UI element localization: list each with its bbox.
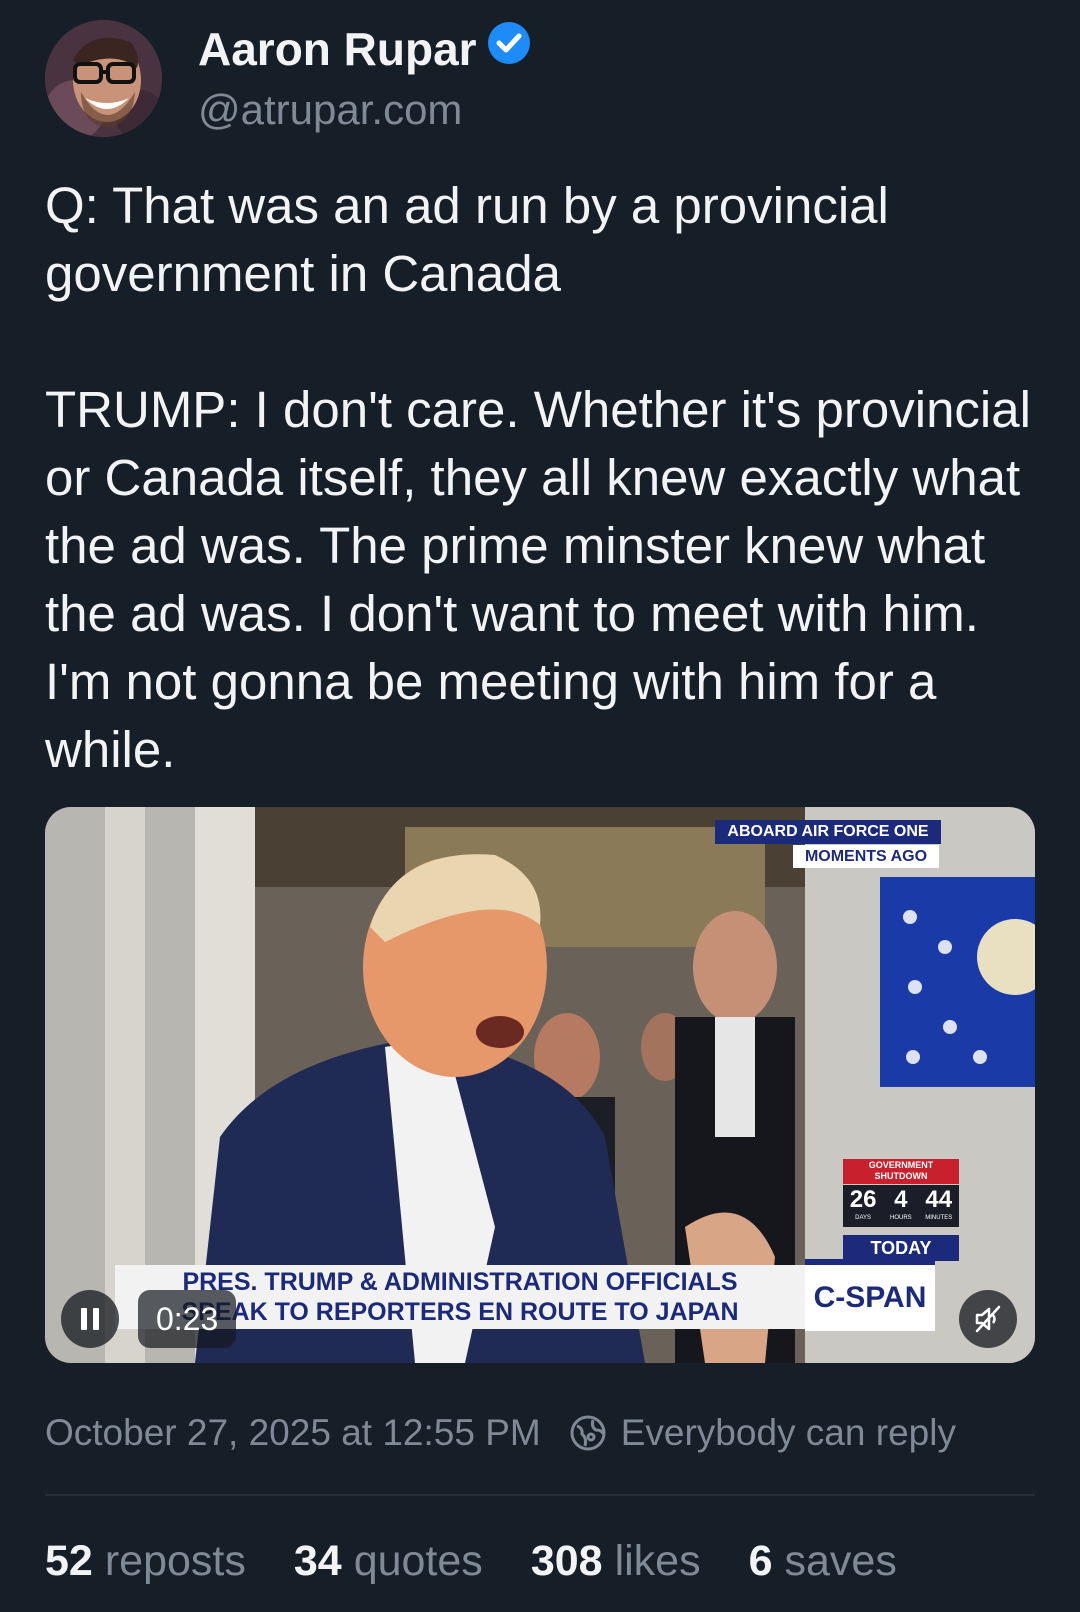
avatar-photo xyxy=(45,20,162,137)
banner-aboard: ABOARD AIR FORCE ONE xyxy=(727,823,929,840)
author-handle[interactable]: @atrupar.com xyxy=(198,86,462,134)
shutdown-hours: 4 xyxy=(894,1186,908,1213)
divider xyxy=(45,1494,1035,1496)
network-logo: C-SPAN xyxy=(813,1281,927,1314)
reply-setting[interactable]: Everybody can reply xyxy=(569,1412,956,1454)
author-name-text: Aaron Rupar xyxy=(198,23,477,75)
post-stats: 52 reposts 34 quotes 308 likes 6 saves xyxy=(45,1537,945,1586)
shutdown-unit-minutes: MINUTES xyxy=(925,1215,953,1221)
likes-stat[interactable]: 308 likes xyxy=(531,1537,701,1586)
reposts-stat[interactable]: 52 reposts xyxy=(45,1537,246,1586)
author-avatar[interactable] xyxy=(45,20,162,137)
video-elapsed-time: 0:23 xyxy=(138,1290,237,1348)
post-meta: October 27, 2025 at 12:55 PM Everybody c… xyxy=(45,1412,956,1454)
reply-setting-label: Everybody can reply xyxy=(620,1412,956,1453)
shutdown-minutes: 44 xyxy=(925,1186,953,1213)
shutdown-counter: 26 DAYS 4 HOURS 44 MINUTES xyxy=(843,1185,959,1227)
today-label: TODAY xyxy=(870,1238,932,1258)
shutdown-unit-days: DAYS xyxy=(855,1215,872,1221)
pause-button[interactable] xyxy=(61,1290,119,1348)
verified-badge-icon xyxy=(487,21,531,76)
post-timestamp[interactable]: October 27, 2025 at 12:55 PM xyxy=(45,1412,541,1454)
shutdown-label: GOVERNMENT SHUTDOWN xyxy=(868,1160,934,1181)
globe-icon xyxy=(570,1415,606,1451)
quotes-stat[interactable]: 34 quotes xyxy=(294,1537,483,1586)
unmute-button[interactable] xyxy=(959,1290,1017,1348)
post-text: Q: That was an ad run by a provincial go… xyxy=(45,177,1031,778)
banner-moments-ago: MOMENTS AGO xyxy=(804,848,928,865)
saves-stat[interactable]: 6 saves xyxy=(749,1537,897,1586)
video-player[interactable]: ABOARD AIR FORCE ONE MOMENTS AGO GOVERNM… xyxy=(45,807,1035,1363)
pause-icon xyxy=(81,1308,99,1330)
author-name[interactable]: Aaron Rupar xyxy=(198,22,531,80)
speaker-muted-icon xyxy=(975,1305,1001,1333)
shutdown-unit-hours: HOURS xyxy=(890,1215,912,1221)
shutdown-days: 26 xyxy=(849,1186,877,1213)
